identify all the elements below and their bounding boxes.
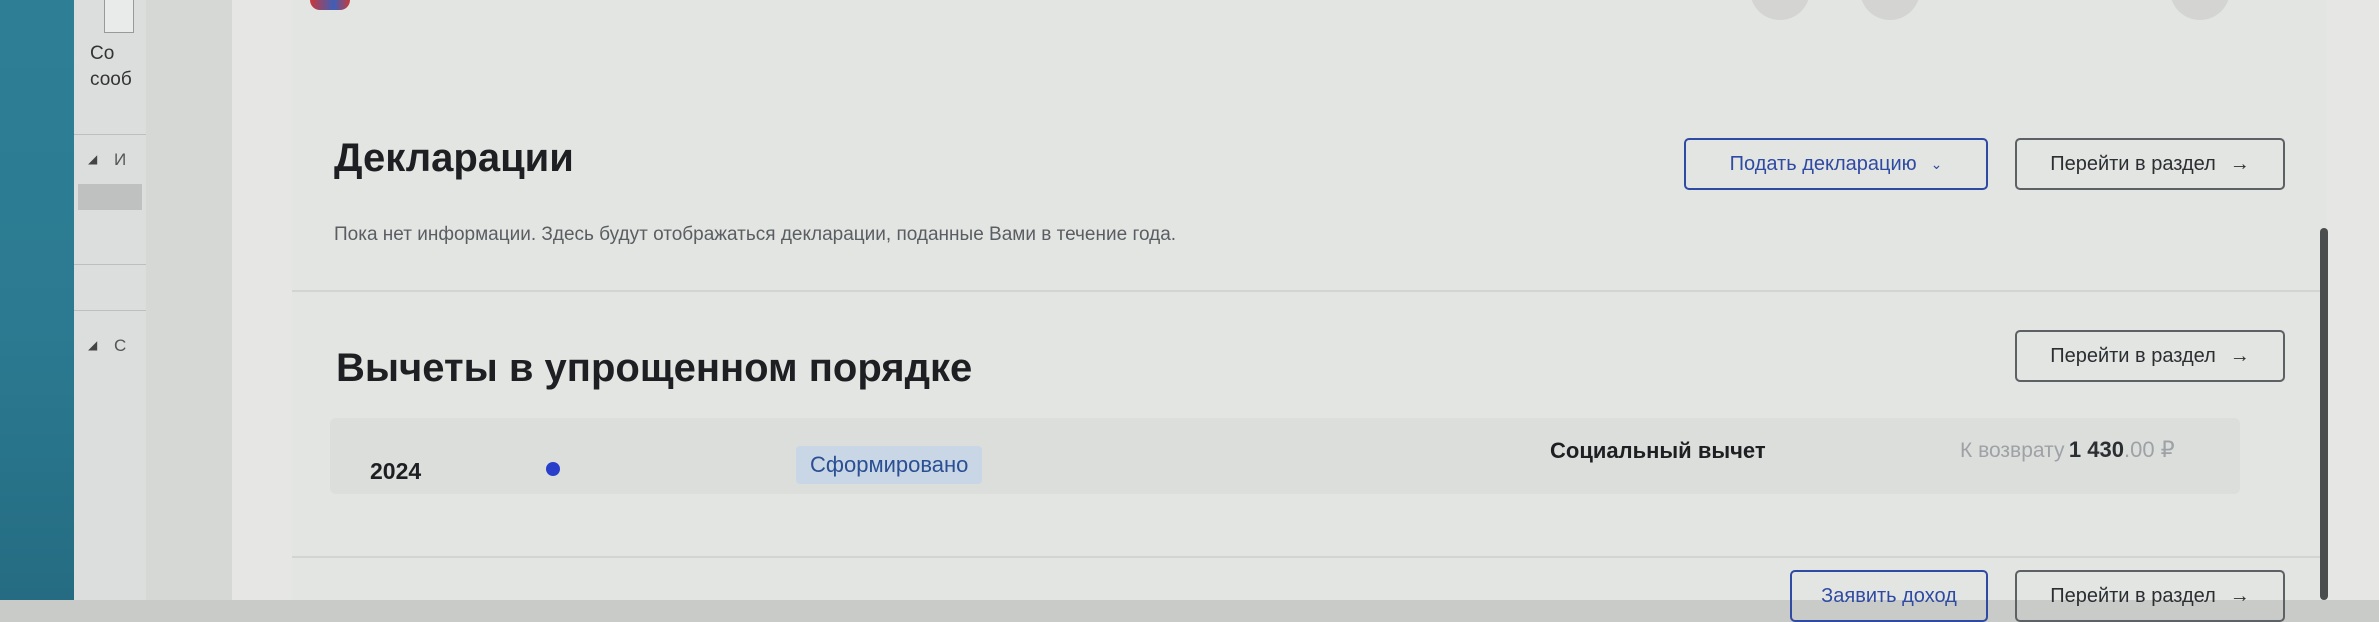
declare-income-button[interactable]: Заявить доход	[1790, 570, 1988, 622]
deductions-goto-button[interactable]: Перейти в раздел →	[2015, 330, 2285, 382]
left-panel-text-2: сооб	[90, 69, 132, 90]
left-panel-divider-2	[74, 264, 146, 265]
declare-income-label: Заявить доход	[1821, 584, 1957, 607]
arrow-right-icon: →	[2229, 152, 2250, 175]
scrollbar-thumb[interactable]	[2320, 228, 2328, 600]
submit-declaration-button[interactable]: Подать декларацию ⌄	[1684, 138, 1988, 190]
left-window-panel: Со сооб ◢ И ◢ С	[74, 0, 148, 600]
chevron-down-icon: ⌄	[1930, 155, 1943, 172]
window-gutter	[146, 0, 232, 600]
section-divider	[292, 290, 2326, 292]
desktop-background	[0, 0, 74, 600]
content-card	[292, 0, 2326, 600]
collapse-triangle-icon-2[interactable]: ◢	[88, 338, 97, 352]
declarations-info: Пока нет информации. Здесь будут отображ…	[334, 224, 1177, 245]
status-badge: Сформировано	[796, 446, 983, 484]
deduction-year: 2024	[370, 458, 422, 484]
tree-item-1-label[interactable]: И	[114, 150, 126, 170]
section-divider-2	[292, 556, 2326, 558]
arrow-right-icon: →	[2229, 584, 2250, 607]
left-panel-divider-3	[74, 310, 146, 311]
left-panel-divider	[74, 134, 146, 135]
deduction-type: Социальный вычет	[1550, 438, 1766, 463]
arrow-right-icon: →	[2229, 344, 2250, 367]
logo-icon	[310, 0, 350, 10]
left-panel-text-1: Со	[90, 43, 115, 64]
refund-amount: 1 430	[2068, 437, 2124, 462]
submit-declaration-label: Подать декларацию	[1729, 152, 1917, 175]
declarations-goto-button[interactable]: Перейти в раздел →	[2015, 138, 2285, 190]
deductions-goto-label: Перейти в раздел	[2050, 344, 2216, 367]
left-panel-selected-row[interactable]	[78, 184, 142, 210]
tree-item-2-label[interactable]: С	[114, 336, 126, 356]
income-goto-button[interactable]: Перейти в раздел →	[2015, 570, 2285, 622]
main-content-area	[232, 0, 2379, 600]
refund-info: К возврату 1 430.00 ₽	[1960, 437, 2175, 463]
status-dot-icon	[546, 462, 560, 476]
refund-decimals: .00 ₽	[2123, 437, 2175, 462]
declarations-title: Декларации	[334, 136, 574, 180]
collapse-triangle-icon[interactable]: ◢	[88, 152, 97, 166]
left-panel-control[interactable]	[104, 0, 134, 33]
refund-label: К возврату	[1960, 439, 2065, 462]
declarations-goto-label: Перейти в раздел	[2050, 152, 2216, 175]
deductions-title: Вычеты в упрощенном порядке	[336, 346, 973, 390]
income-goto-label: Перейти в раздел	[2050, 584, 2216, 607]
deduction-row[interactable]	[330, 418, 2240, 494]
